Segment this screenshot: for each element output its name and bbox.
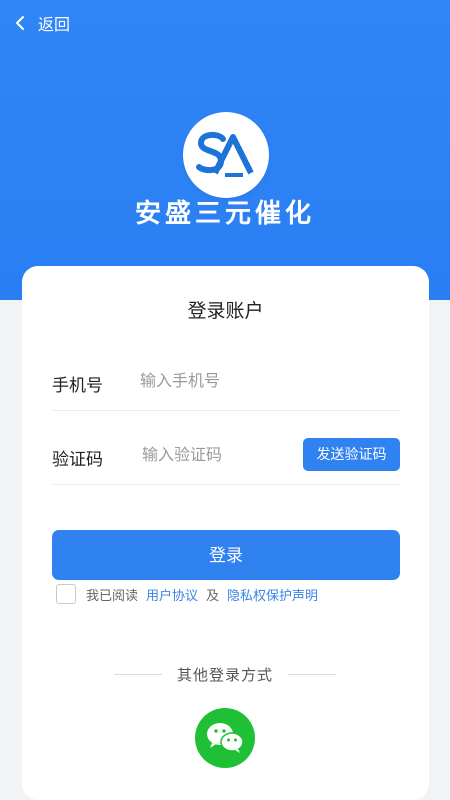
send-code-button[interactable]: 发送验证码 xyxy=(303,438,400,471)
hero-banner: 返回 安盛三元催化 xyxy=(0,0,450,300)
user-agreement-link[interactable]: 用户协议 xyxy=(146,585,198,604)
agreement-and: 及 xyxy=(206,588,220,604)
wechat-login-button[interactable] xyxy=(195,708,255,768)
divider-line-right xyxy=(287,673,336,675)
app-logo xyxy=(183,112,269,198)
code-row: 验证码 发送验证码 xyxy=(52,424,400,485)
logo-icon xyxy=(196,131,254,177)
login-button[interactable]: 登录 xyxy=(52,530,400,580)
code-label: 验证码 xyxy=(52,450,103,470)
wechat-icon xyxy=(207,723,244,753)
back-label: 返回 xyxy=(38,15,71,34)
back-button[interactable]: 返回 xyxy=(12,10,70,36)
brand-name: 安盛三元催化 xyxy=(134,199,315,229)
agreement-row: 我已阅读 用户协议 及 隐私权保护声明 xyxy=(56,584,318,604)
other-login-title: 其他登录方式 xyxy=(176,665,273,684)
phone-label: 手机号 xyxy=(52,376,103,396)
code-input[interactable] xyxy=(142,440,302,468)
agreement-prefix: 我已阅读 xyxy=(86,588,139,604)
other-login-divider: 其他登录方式 xyxy=(114,664,336,684)
login-title: 登录账户 xyxy=(187,300,264,322)
login-card: 登录账户 手机号 验证码 发送验证码 登录 我已阅读 用户协议 及 隐私权保护声… xyxy=(22,266,429,800)
agreement-checkbox[interactable] xyxy=(56,584,76,604)
phone-row: 手机号 xyxy=(52,350,400,411)
divider-line-left xyxy=(114,673,162,675)
chevron-left-icon xyxy=(16,16,24,30)
phone-input[interactable] xyxy=(140,366,300,394)
privacy-policy-link[interactable]: 隐私权保护声明 xyxy=(227,585,318,604)
